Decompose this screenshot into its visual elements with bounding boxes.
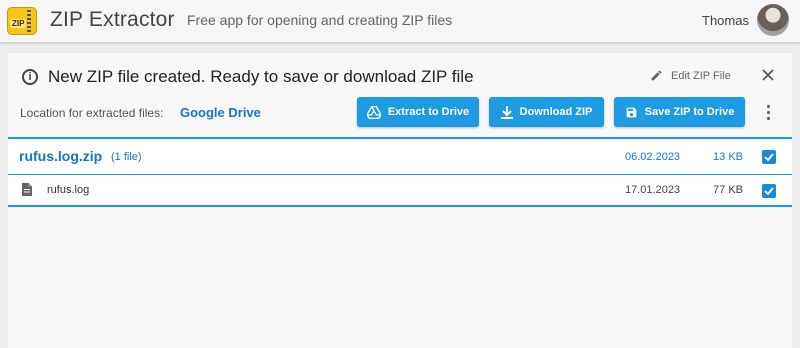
edit-zip-file-label: Edit ZIP File: [671, 69, 731, 82]
file-row[interactable]: rufus.log 17.01.2023 77 KB: [8, 175, 792, 207]
extract-to-drive-button[interactable]: Extract to Drive: [357, 97, 479, 127]
more-options-icon[interactable]: [766, 105, 772, 121]
file-name: rufus.log: [47, 184, 90, 196]
extractor-panel: i New ZIP file created. Ready to save or…: [8, 53, 792, 348]
user-name[interactable]: Thomas: [702, 13, 749, 28]
archive-file-count: (1 file): [111, 151, 142, 163]
close-icon[interactable]: [760, 67, 776, 83]
file-date: 17.01.2023: [625, 184, 681, 196]
download-zip-button[interactable]: Download ZIP: [489, 97, 604, 127]
extract-to-drive-label: Extract to Drive: [387, 106, 470, 118]
download-zip-label: Download ZIP: [519, 106, 593, 118]
avatar[interactable]: [757, 4, 789, 36]
logo-text: ZIP: [10, 19, 27, 28]
archive-date: 06.02.2023: [625, 151, 681, 163]
archive-row[interactable]: rufus.log.zip (1 file) 06.02.2023 13 KB: [8, 139, 792, 175]
location-label: Location for extracted files:: [20, 106, 164, 120]
zip-logo-icon: ZIP: [7, 7, 37, 35]
notice-message: New ZIP file created. Ready to save or d…: [48, 67, 474, 86]
edit-zip-file-button[interactable]: Edit ZIP File: [650, 69, 731, 82]
app-title: ZIP Extractor: [50, 8, 175, 31]
location-google-drive-link[interactable]: Google Drive: [180, 105, 261, 120]
save-zip-to-drive-label: Save ZIP to Drive: [644, 106, 735, 118]
file-checkbox[interactable]: [762, 184, 776, 198]
document-icon: [22, 183, 32, 196]
app-header: ZIP ZIP Extractor Free app for opening a…: [0, 0, 800, 42]
archive-size: 13 KB: [713, 151, 743, 163]
save-floppy-icon: [626, 107, 637, 117]
pencil-icon: [651, 70, 662, 81]
file-size: 77 KB: [713, 184, 743, 196]
zipper-graphic: [27, 10, 31, 32]
archive-checkbox[interactable]: [762, 150, 776, 164]
file-list: rufus.log.zip (1 file) 06.02.2023 13 KB …: [8, 137, 792, 207]
info-icon: i: [22, 69, 38, 85]
download-icon: [500, 105, 513, 119]
google-drive-icon: [366, 105, 381, 119]
app-subtitle: Free app for opening and creating ZIP fi…: [187, 12, 453, 28]
archive-name[interactable]: rufus.log.zip: [19, 148, 102, 164]
save-zip-to-drive-button[interactable]: Save ZIP to Drive: [614, 97, 745, 127]
